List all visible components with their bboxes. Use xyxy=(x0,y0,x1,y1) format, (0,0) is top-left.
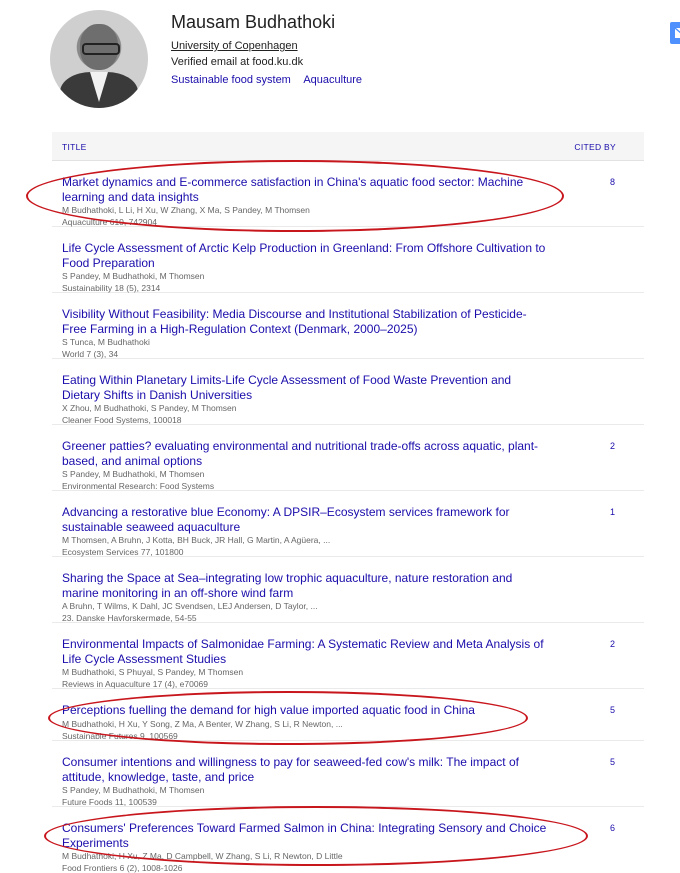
profile-name: Mausam Budhathoki xyxy=(171,12,336,32)
table-row: Consumer intentions and willingness to p… xyxy=(52,741,644,807)
publication-title[interactable]: Greener patties? evaluating environmenta… xyxy=(62,439,547,469)
publication-venue: Sustainability 18 (5), 2314 xyxy=(62,283,161,293)
table-row: Visibility Without Feasibility: Media Di… xyxy=(52,293,644,359)
cited-by-count[interactable]: 6 xyxy=(610,823,615,833)
table-row: Environmental Impacts of Salmonidae Farm… xyxy=(52,623,644,689)
publication-venue: World 7 (3), 34 xyxy=(62,349,119,359)
publication-title[interactable]: Life Cycle Assessment of Arctic Kelp Pro… xyxy=(62,241,547,271)
interest-tag[interactable]: Aquaculture xyxy=(303,74,362,86)
publication-title[interactable]: Consumer intentions and willingness to p… xyxy=(62,755,547,785)
publication-venue: Cleaner Food Systems, 100018 xyxy=(62,415,182,425)
publication-authors: M Budhathoki, H Xu, Y Song, Z Ma, A Bent… xyxy=(62,719,343,729)
cited-by-count[interactable]: 8 xyxy=(610,177,615,187)
cited-by-count[interactable]: 5 xyxy=(610,705,615,715)
table-row: Advancing a restorative blue Economy: A … xyxy=(52,491,644,557)
verified-email: Verified email at food.ku.dk xyxy=(171,56,304,68)
publication-title[interactable]: Perceptions fuelling the demand for high… xyxy=(62,703,547,718)
publication-venue: Ecosystem Services 77, 101800 xyxy=(62,547,184,557)
profile-header: Mausam Budhathoki University of Copenhag… xyxy=(50,10,680,110)
publication-title[interactable]: Environmental Impacts of Salmonidae Farm… xyxy=(62,637,547,667)
cited-by-count[interactable]: 2 xyxy=(610,639,615,649)
publication-authors: S Tunca, M Budhathoki xyxy=(62,337,150,347)
avatar xyxy=(50,10,148,108)
table-row: Life Cycle Assessment of Arctic Kelp Pro… xyxy=(52,227,644,293)
table-row: Eating Within Planetary Limits-Life Cycl… xyxy=(52,359,644,425)
cited-by-count[interactable]: 1 xyxy=(610,507,615,517)
title-column-header[interactable]: TITLE xyxy=(62,142,87,152)
publication-venue: Reviews in Aquaculture 17 (4), e70069 xyxy=(62,679,209,689)
publication-venue: Food Frontiers 6 (2), 1008-1026 xyxy=(62,863,183,873)
publication-venue: Aquaculture 610, 742904 xyxy=(62,217,157,227)
publication-title[interactable]: Eating Within Planetary Limits-Life Cycl… xyxy=(62,373,547,403)
affiliation-link[interactable]: University of Copenhagen xyxy=(171,40,298,52)
publication-venue: Environmental Research: Food Systems xyxy=(62,481,215,491)
publication-title[interactable]: Visibility Without Feasibility: Media Di… xyxy=(62,307,547,337)
table-row: Market dynamics and E-commerce satisfact… xyxy=(52,161,644,227)
cited-by-count[interactable]: 5 xyxy=(610,757,615,767)
follow-button[interactable] xyxy=(670,22,680,44)
publication-authors: M Budhathoki, L Li, H Xu, W Zhang, X Ma,… xyxy=(62,205,310,215)
publication-authors: S Pandey, M Budhathoki, M Thomsen xyxy=(62,469,205,479)
cited-by-column-header[interactable]: CITED BY xyxy=(574,142,616,152)
publication-authors: A Bruhn, T Wilms, K Dahl, JC Svendsen, L… xyxy=(62,601,318,611)
table-row: Greener patties? evaluating environmenta… xyxy=(52,425,644,491)
table-row: Sharing the Space at Sea–integrating low… xyxy=(52,557,644,623)
interest-tag[interactable]: Sustainable food system xyxy=(171,74,291,86)
publication-authors: S Pandey, M Budhathoki, M Thomsen xyxy=(62,271,205,281)
publication-authors: M Budhathoki, H Xu, Z Ma, D Campbell, W … xyxy=(62,851,343,861)
publication-title[interactable]: Advancing a restorative blue Economy: A … xyxy=(62,505,547,535)
publication-authors: S Pandey, M Budhathoki, M Thomsen xyxy=(62,785,205,795)
publication-venue: Sustainable Futures 9, 100569 xyxy=(62,731,178,741)
publication-title[interactable]: Market dynamics and E-commerce satisfact… xyxy=(62,175,547,205)
publication-venue: Future Foods 11, 100539 xyxy=(62,797,157,807)
table-row: Perceptions fuelling the demand for high… xyxy=(52,689,644,741)
publication-authors: M Budhathoki, S Phuyal, S Pandey, M Thom… xyxy=(62,667,244,677)
mail-icon xyxy=(674,27,680,38)
publication-title[interactable]: Sharing the Space at Sea–integrating low… xyxy=(62,571,547,601)
publications-list: Market dynamics and E-commerce satisfact… xyxy=(52,161,644,873)
interest-tags: Sustainable food system Aquaculture xyxy=(171,74,372,86)
publication-authors: M Thomsen, A Bruhn, J Kotta, BH Buck, JR… xyxy=(62,535,331,545)
table-header: TITLE CITED BY xyxy=(52,132,644,161)
publication-authors: X Zhou, M Budhathoki, S Pandey, M Thomse… xyxy=(62,403,237,413)
table-row: Consumers' Preferences Toward Farmed Sal… xyxy=(52,807,644,873)
publication-venue: 23. Danske Havforskermøde, 54-55 xyxy=(62,613,197,623)
cited-by-count[interactable]: 2 xyxy=(610,441,615,451)
publication-title[interactable]: Consumers' Preferences Toward Farmed Sal… xyxy=(62,821,547,851)
